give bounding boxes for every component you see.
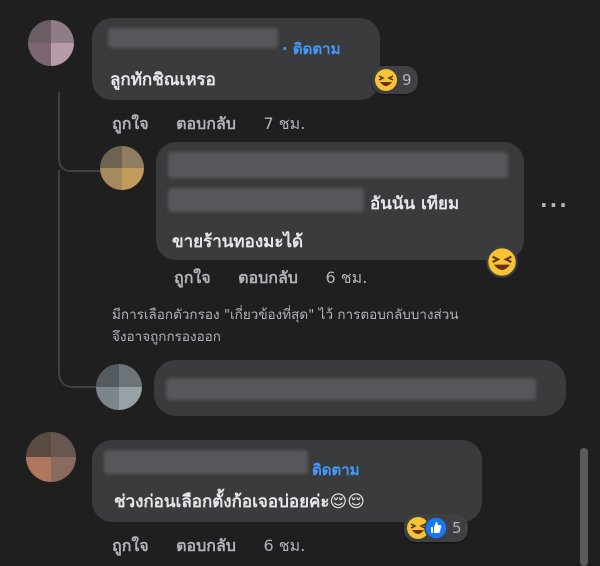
comment-actions: ถูกใจ ตอบกลับ 6 ชม. bbox=[112, 534, 327, 559]
avatar[interactable] bbox=[96, 364, 142, 410]
reply-button[interactable]: ตอบกลับ bbox=[176, 114, 236, 133]
scrollbar[interactable] bbox=[580, 448, 588, 566]
reply-button[interactable]: ตอบกลับ bbox=[238, 268, 298, 287]
thread-line-1 bbox=[58, 92, 100, 172]
author-name-blurred[interactable] bbox=[168, 152, 508, 178]
reaction-summary[interactable]: 9 bbox=[372, 66, 418, 94]
avatar[interactable] bbox=[28, 20, 74, 66]
timestamp[interactable]: 6 ชม. bbox=[264, 536, 306, 555]
filter-notice: มีการเลือกตัวกรอง "เกี่ยวข้องที่สุด" ไว้… bbox=[112, 304, 459, 348]
comment-text-line2: ขายร้านทองมะได้ bbox=[172, 232, 304, 252]
comment-actions: ถูกใจ ตอบกลับ 6 ชม. bbox=[174, 266, 389, 291]
avatar[interactable] bbox=[26, 432, 76, 482]
author-name-blurred[interactable] bbox=[108, 28, 278, 48]
reaction-count: 9 bbox=[402, 71, 412, 89]
like-button[interactable]: ถูกใจ bbox=[174, 268, 211, 287]
comment-text-line1: อันนัน เทียม bbox=[370, 194, 460, 214]
filter-notice-line1: มีการเลือกตัวกรอง "เกี่ยวข้องที่สุด" ไว้… bbox=[112, 307, 459, 323]
follow-link[interactable]: · ติดตาม bbox=[282, 37, 340, 61]
like-button[interactable]: ถูกใจ bbox=[112, 114, 149, 133]
follow-link[interactable]: ติดตาม bbox=[312, 458, 360, 482]
laughing-emoji-icon bbox=[375, 69, 397, 91]
avatar[interactable] bbox=[100, 146, 144, 190]
comment-text: ลูกทักชิณเหรอ bbox=[110, 70, 216, 90]
reply-button[interactable]: ตอบกลับ bbox=[176, 536, 236, 555]
laughing-emoji-icon[interactable] bbox=[486, 246, 518, 278]
like-button[interactable]: ถูกใจ bbox=[112, 536, 149, 555]
reaction-count: 5 bbox=[452, 519, 462, 537]
author-name-blurred[interactable] bbox=[104, 450, 308, 474]
thread-line-2 bbox=[58, 170, 100, 388]
comment-text: ช่วงก่อนเลือกตั้งก้อเจอบ่อยค่ะ😌😌 bbox=[114, 492, 365, 512]
reply-text-blurred bbox=[166, 378, 536, 400]
comment-text-blurred bbox=[168, 188, 364, 212]
timestamp[interactable]: 7 ชม. bbox=[264, 114, 306, 133]
filter-notice-line2: จึงอาจถูกกรองออก bbox=[112, 329, 221, 345]
reaction-summary[interactable]: 5 bbox=[404, 514, 468, 542]
more-options-icon[interactable]: ... bbox=[540, 188, 569, 212]
comment-actions: ถูกใจ ตอบกลับ 7 ชม. bbox=[112, 112, 327, 137]
thumbs-up-icon bbox=[424, 516, 448, 540]
timestamp[interactable]: 6 ชม. bbox=[326, 268, 368, 287]
